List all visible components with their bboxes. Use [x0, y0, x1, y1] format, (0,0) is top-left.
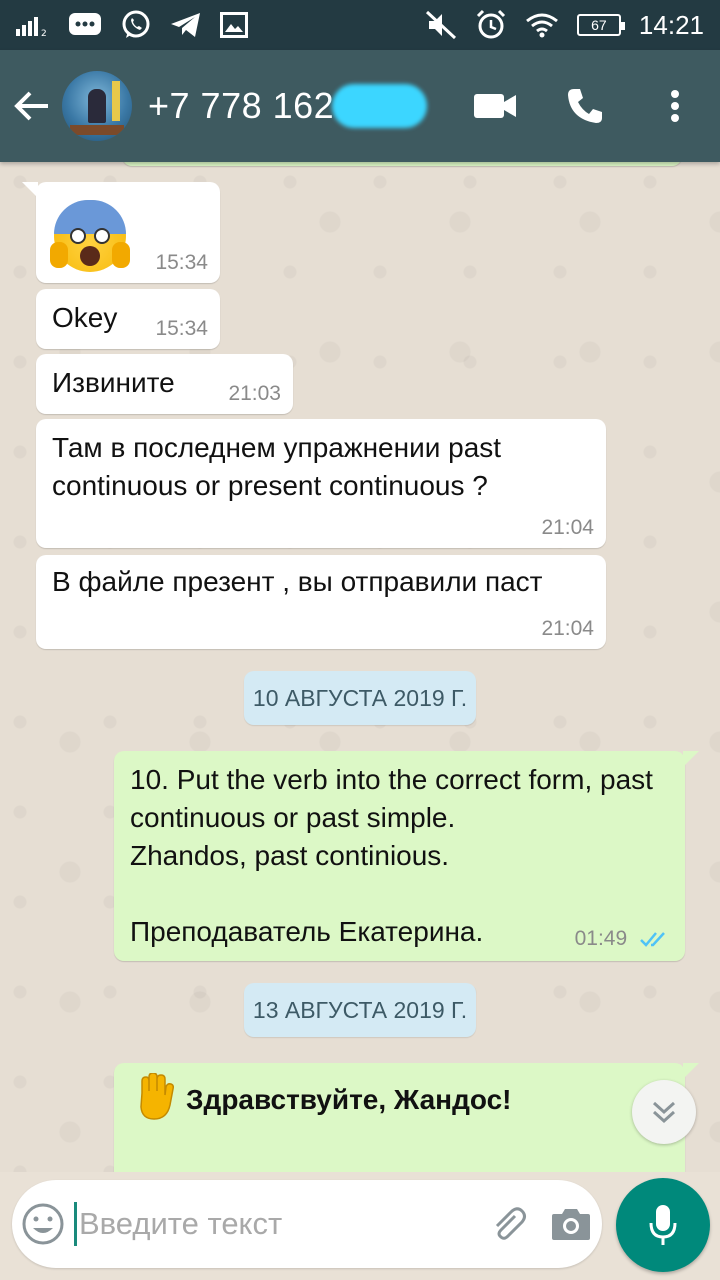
- wifi-icon: [525, 12, 559, 38]
- bubble-tail: [22, 182, 38, 198]
- back-button[interactable]: [2, 50, 62, 162]
- message-list[interactable]: 15:34 Okey 15:34 Извините 21:03 Там в по…: [0, 162, 720, 1172]
- screaming-face-emoji: [50, 200, 130, 272]
- back-arrow-icon: [14, 91, 48, 121]
- emoji-hand: [112, 242, 130, 268]
- message-bubble-incoming[interactable]: В файле презент , вы отправили паст 21:0…: [36, 555, 606, 649]
- emoji-forehead: [54, 200, 126, 234]
- message-time: 21:03: [228, 382, 281, 405]
- header-actions: [450, 50, 720, 162]
- more-vert-icon: [671, 90, 679, 122]
- message-time: 15:34: [155, 251, 208, 274]
- contact-name[interactable]: +7 778 162: [148, 85, 334, 127]
- double-check-icon: [640, 932, 665, 948]
- paperclip-icon: [495, 1207, 526, 1240]
- message-bubble-incoming[interactable]: Там в последнем упражнении past continuo…: [36, 419, 606, 548]
- message-time: 21:04: [541, 617, 594, 640]
- emoji-button[interactable]: [12, 1202, 74, 1246]
- message-text: Извините: [52, 367, 175, 398]
- emoji-eye: [94, 228, 110, 244]
- message-time: 15:34: [155, 317, 208, 340]
- redaction-mark: [332, 84, 428, 128]
- phone-icon: [568, 89, 602, 123]
- message-bubble-outgoing[interactable]: Здравствуйте, Жандос!: [114, 1063, 699, 1172]
- compose-bar: [12, 1180, 602, 1268]
- status-time: 14:21: [638, 9, 704, 40]
- status-bar: 2 67 14:21: [0, 0, 720, 50]
- message-bubble-incoming[interactable]: Okey 15:34: [36, 289, 220, 349]
- avatar-desk: [70, 125, 124, 135]
- status-left: 2: [16, 9, 248, 41]
- message-bubble-incoming[interactable]: Извините 21:03: [36, 354, 293, 414]
- more-options-button[interactable]: [630, 50, 720, 162]
- video-call-button[interactable]: [450, 50, 540, 162]
- smiley-icon: [22, 1203, 64, 1245]
- message-input[interactable]: [74, 1202, 478, 1246]
- voice-call-button[interactable]: [540, 50, 630, 162]
- message-text: Там в последнем упражнении past continuo…: [52, 432, 509, 501]
- message-bubble-partial: [122, 162, 682, 166]
- battery-level: 67: [591, 17, 607, 33]
- avatar[interactable]: [62, 71, 132, 141]
- chat-header: +7 778 162: [0, 50, 720, 162]
- message-text: 10. Put the verb into the correct form, …: [130, 764, 653, 947]
- chat-dots-icon: [68, 12, 102, 38]
- battery-icon: 67: [576, 14, 625, 36]
- status-right: 67 14:21: [425, 9, 704, 41]
- microphone-icon: [649, 1205, 677, 1245]
- date-divider: 13 АВГУСТА 2019 Г.: [244, 983, 476, 1037]
- avatar-figure: [88, 89, 106, 123]
- message-text: Здравствуйте, Жандос!: [186, 1084, 512, 1115]
- camera-icon: [552, 1209, 590, 1240]
- raised-hand-emoji-icon: [134, 1072, 176, 1126]
- message-bubble-incoming[interactable]: 15:34: [22, 182, 220, 283]
- signal-icon: 2: [16, 14, 50, 36]
- bubble-tail: [683, 751, 699, 767]
- scroll-to-bottom-button[interactable]: [632, 1080, 696, 1144]
- camera-button[interactable]: [540, 1206, 602, 1242]
- emoji-mouth: [80, 246, 100, 266]
- alarm-icon: [475, 9, 507, 41]
- avatar-flag: [112, 81, 120, 121]
- emoji-eye: [70, 228, 86, 244]
- telegram-icon: [170, 11, 202, 39]
- message-text: В файле презент , вы отправили паст: [52, 566, 543, 597]
- emoji-hand: [50, 242, 68, 268]
- message-time: 21:04: [541, 516, 594, 539]
- gallery-icon: [220, 12, 248, 38]
- mute-icon: [425, 10, 457, 40]
- message-text: Okey: [52, 302, 118, 333]
- video-camera-icon: [474, 94, 516, 118]
- bubble-tail: [683, 1063, 699, 1079]
- message-status: 01:49: [575, 927, 671, 951]
- message-time: 01:49: [574, 927, 628, 950]
- message-bubble-outgoing[interactable]: 10. Put the verb into the correct form, …: [114, 751, 699, 961]
- attach-button[interactable]: [478, 1204, 540, 1244]
- voice-record-button[interactable]: [616, 1178, 710, 1272]
- svg-text:2: 2: [41, 29, 47, 36]
- whatsapp-icon: [120, 9, 152, 41]
- double-chevron-down-icon: [652, 1101, 676, 1124]
- date-divider: 10 АВГУСТА 2019 Г.: [244, 671, 476, 725]
